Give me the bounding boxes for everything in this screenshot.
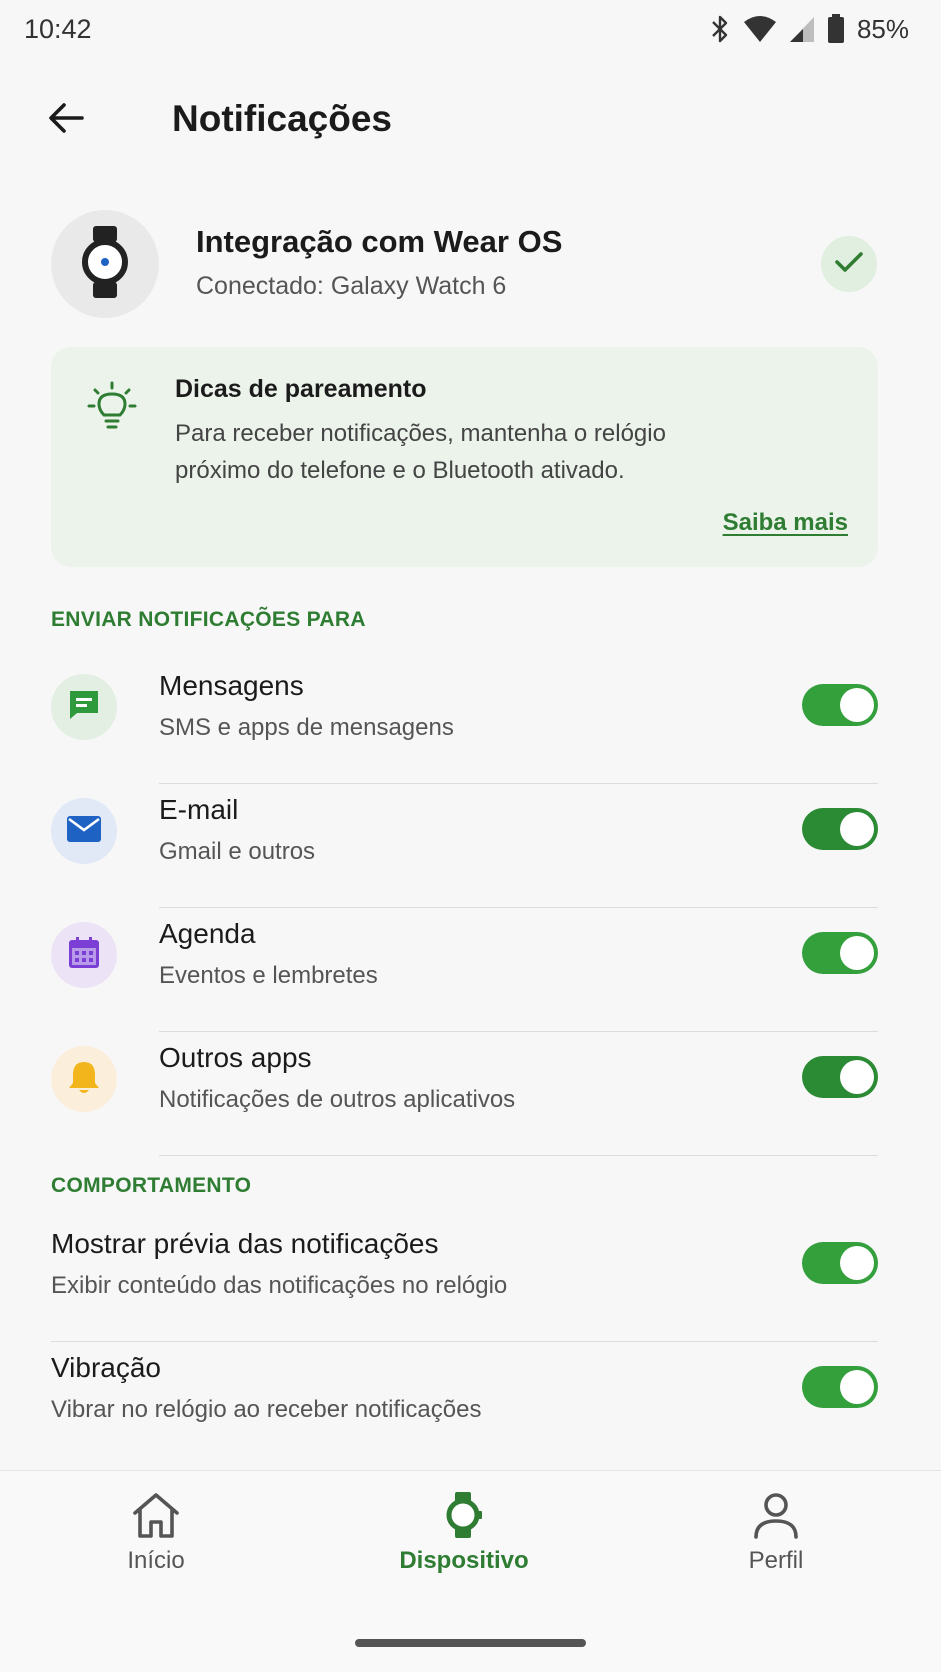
bell-icon-container [51, 1046, 117, 1112]
list-item-other-apps[interactable]: Outros apps Notificações de outros aplic… [51, 1032, 878, 1156]
status-bar: 10:42 85% [0, 0, 941, 58]
nav-label: Perfil [748, 1547, 804, 1574]
bluetooth-icon [709, 14, 731, 44]
row-title: Agenda [159, 918, 256, 949]
wifi-icon [743, 15, 777, 43]
status-time: 10:42 [24, 13, 92, 44]
toggle-knob [840, 1370, 874, 1404]
watch-icon [445, 1491, 483, 1539]
row-subtitle: Eventos e lembretes [159, 962, 378, 989]
bottom-navigation: Início Dispositivo Perfil [0, 1470, 941, 1672]
battery-percentage: 85% [856, 13, 909, 44]
device-avatar [51, 210, 159, 318]
row-subtitle: Vibrar no relógio ao receber notificaçõe… [51, 1396, 482, 1423]
back-button[interactable] [40, 94, 92, 146]
row-subtitle: Gmail e outros [159, 838, 316, 865]
row-title: Mensagens [159, 670, 304, 701]
message-icon-container [51, 674, 117, 740]
signal-icon [789, 15, 815, 43]
device-subtitle: Conectado: Galaxy Watch 6 [196, 272, 507, 300]
vibration-toggle[interactable] [802, 1366, 878, 1408]
page-title: Notificações [172, 98, 393, 139]
device-integration: Integração com Wear OS Conectado: Galaxy… [51, 210, 891, 318]
message-icon [67, 688, 101, 727]
tips-body: Para receber notificações, mantenha o re… [175, 420, 666, 484]
row-title: Mostrar prévia das notificações [51, 1228, 439, 1259]
nav-item-profile[interactable]: Perfil [676, 1491, 876, 1601]
email-toggle[interactable] [802, 808, 878, 850]
person-icon [752, 1491, 800, 1539]
nav-label: Dispositivo [399, 1547, 529, 1574]
device-title: Integração com Wear OS [196, 224, 563, 259]
mail-icon-container [51, 798, 117, 864]
toggle-knob [840, 1060, 874, 1094]
row-title: Outros apps [159, 1042, 312, 1073]
app-bar: Notificações [0, 78, 941, 160]
calendar-icon [67, 936, 101, 975]
nav-label: Início [127, 1547, 185, 1574]
tips-title: Dicas de pareamento [175, 375, 427, 403]
list-item-vibration[interactable]: Vibração Vibrar no relógio ao receber no… [51, 1342, 878, 1466]
toggle-knob [840, 1246, 874, 1280]
home-indicator[interactable] [355, 1639, 586, 1647]
divider [159, 1155, 878, 1156]
row-subtitle: SMS e apps de mensagens [159, 714, 454, 741]
nav-item-home[interactable]: Início [56, 1491, 256, 1601]
battery-icon [827, 14, 845, 44]
list-item-preview[interactable]: Mostrar prévia das notificações Exibir c… [51, 1218, 878, 1342]
list-item-messages[interactable]: Mensagens SMS e apps de mensagens [51, 660, 878, 784]
preview-toggle[interactable] [802, 1242, 878, 1284]
messages-toggle[interactable] [802, 684, 878, 726]
toggle-knob [840, 812, 874, 846]
nav-item-device[interactable]: Dispositivo [364, 1491, 564, 1601]
lightbulb-icon [87, 381, 137, 438]
connection-status-badge [821, 236, 877, 292]
list-item-calendar[interactable]: Agenda Eventos e lembretes [51, 908, 878, 1032]
watch-icon [82, 224, 128, 305]
bell-icon [67, 1059, 101, 1100]
toggle-knob [840, 688, 874, 722]
row-title: Vibração [51, 1352, 162, 1383]
pairing-tips-card: Dicas de pareamento Para receber notific… [51, 347, 878, 567]
other-apps-toggle[interactable] [802, 1056, 878, 1098]
row-subtitle: Exibir conteúdo das notificações no reló… [51, 1272, 508, 1299]
toggle-knob [840, 936, 874, 970]
arrow-left-icon [46, 100, 86, 141]
check-icon [834, 250, 864, 279]
mail-icon [66, 815, 102, 848]
row-subtitle: Notificações de outros aplicativos [159, 1086, 516, 1113]
home-icon [130, 1491, 182, 1539]
calendar-icon-container [51, 922, 117, 988]
learn-more-link[interactable]: Saiba mais [723, 509, 848, 537]
status-icons: 85% [709, 14, 909, 45]
list-item-email[interactable]: E-mail Gmail e outros [51, 784, 878, 908]
calendar-toggle[interactable] [802, 932, 878, 974]
row-title: E-mail [159, 794, 239, 825]
section-header-send: ENVIAR NOTIFICAÇÕES PARA [51, 608, 366, 631]
section-header-behavior: COMPORTAMENTO [51, 1174, 252, 1197]
